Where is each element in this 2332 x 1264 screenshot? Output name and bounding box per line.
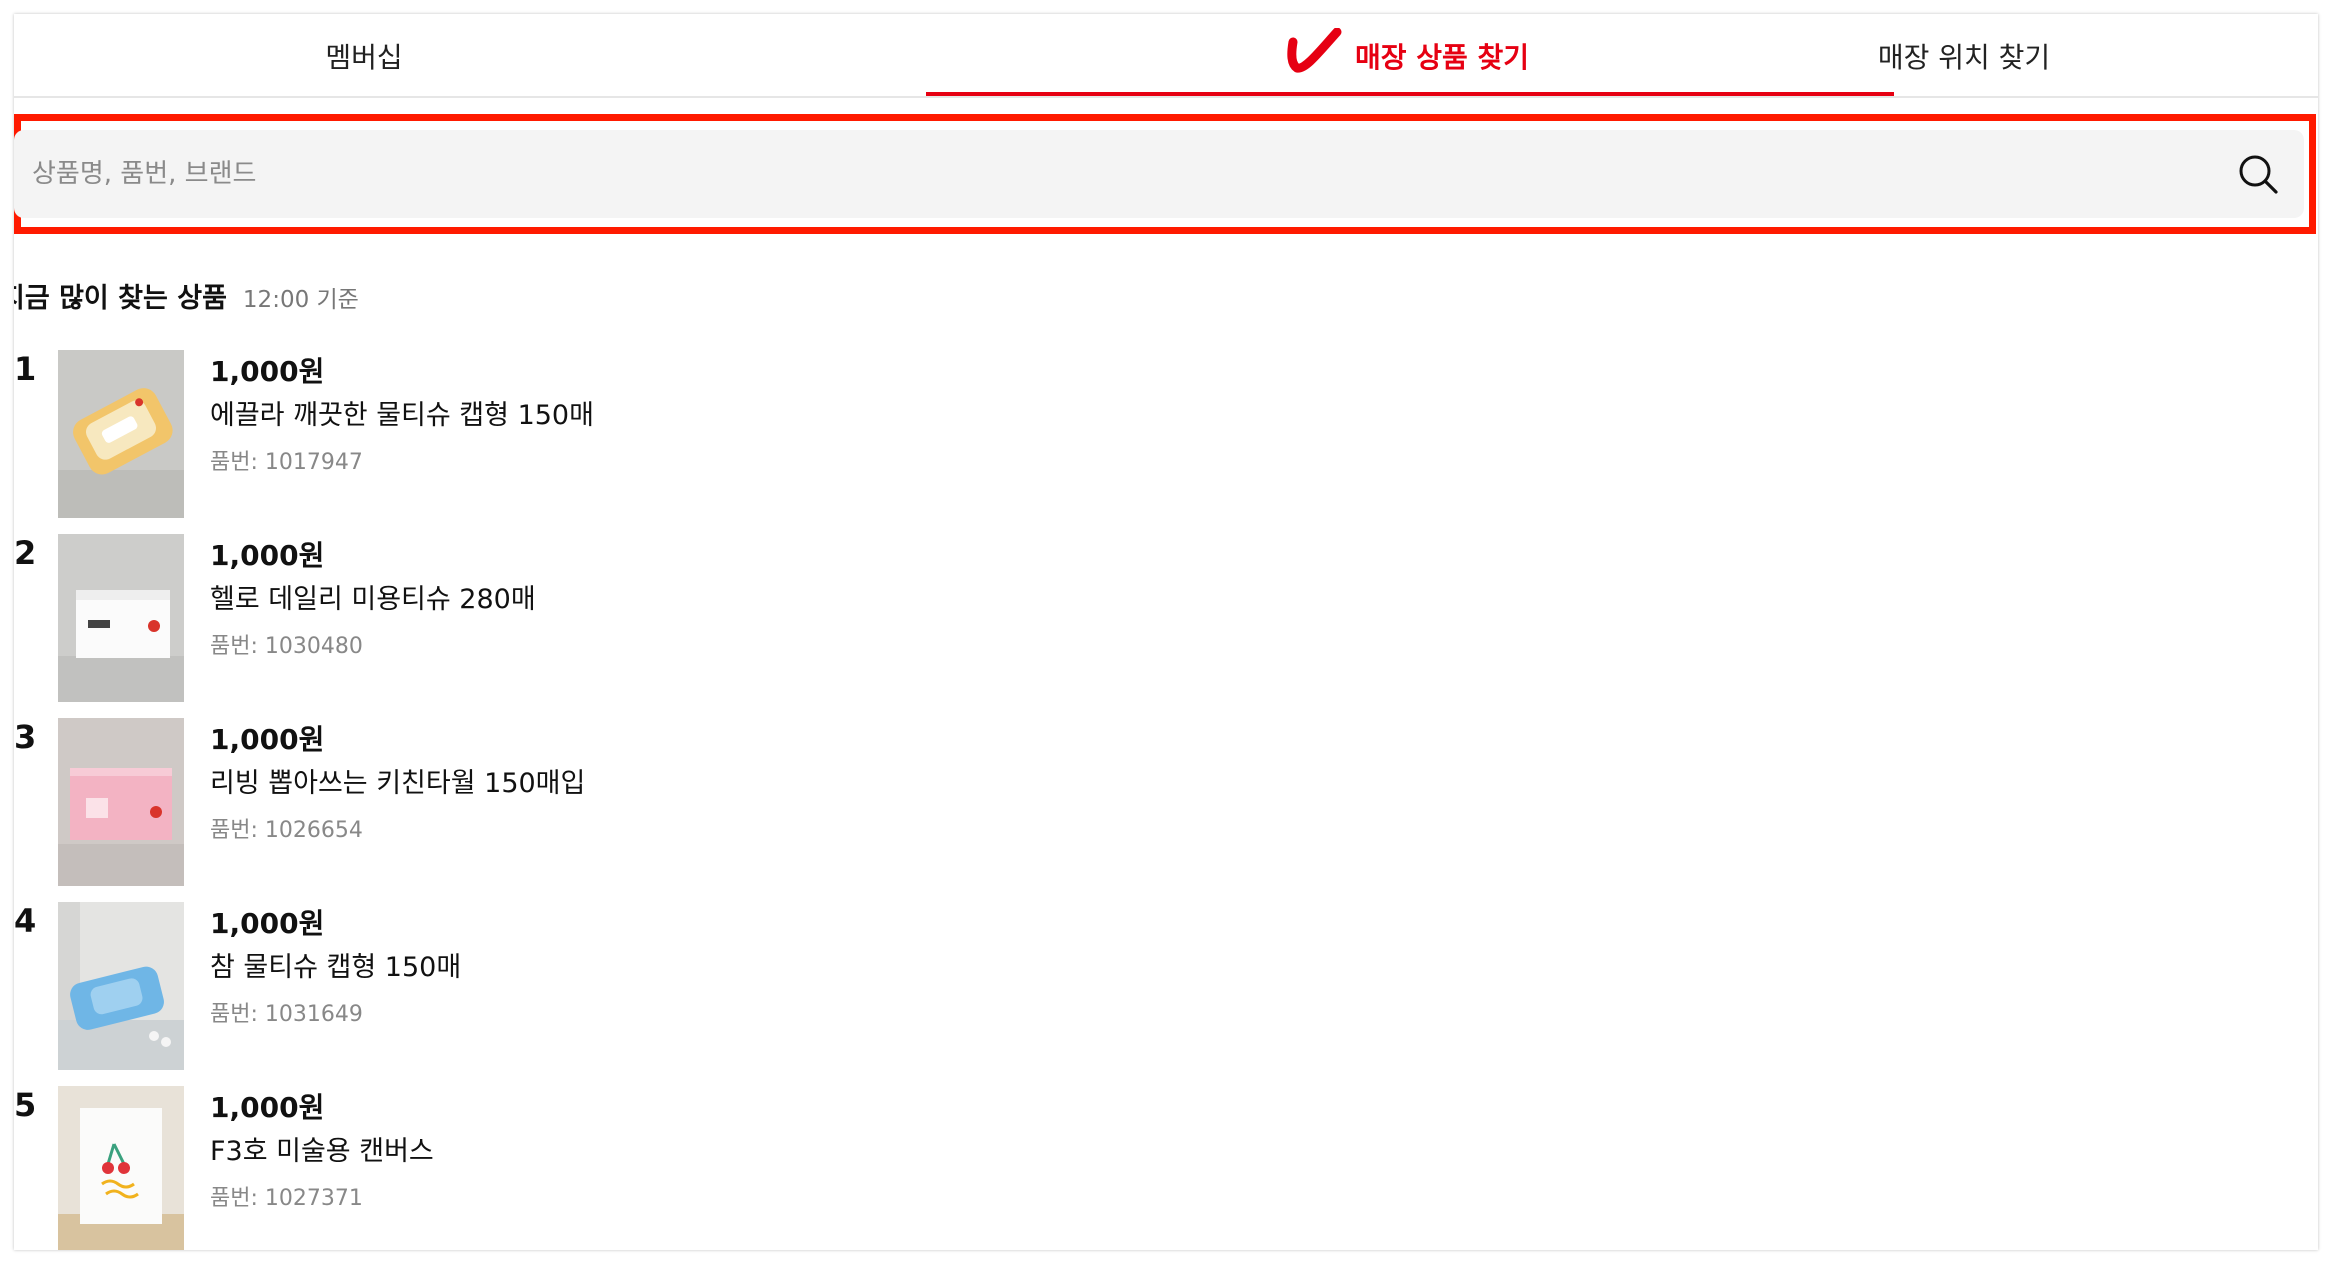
product-thumbnail bbox=[58, 902, 184, 1070]
search-button[interactable] bbox=[2228, 144, 2288, 204]
rank-number: 1 bbox=[14, 350, 37, 388]
list-item[interactable]: 5 1,000원 F3호 미술용 캔버스 품번: 1027371 bbox=[14, 1086, 2294, 1250]
section-title: 지금 많이 찾는 상품 bbox=[14, 283, 227, 314]
product-name: F3호 미술용 캔버스 bbox=[210, 1136, 434, 1167]
rank-number: 2 bbox=[14, 534, 37, 572]
tab-store-location-search[interactable]: 매장 위치 찾기 bbox=[1644, 14, 2284, 98]
product-price: 1,000원 bbox=[210, 907, 325, 940]
product-price: 1,000원 bbox=[210, 1091, 325, 1124]
product-code: 품번: 1030480 bbox=[210, 634, 363, 659]
tab-bar: 멤버십 매장 상품 찾기 매장 위치 찾기 bbox=[14, 14, 2318, 98]
list-item[interactable]: 1 1,000원 에끌라 깨끗한 물티슈 캡형 150매 품번: 1017947 bbox=[14, 350, 2294, 520]
search-icon bbox=[2239, 155, 2278, 194]
product-thumbnail bbox=[58, 534, 184, 702]
search-input[interactable] bbox=[14, 130, 2228, 218]
product-price: 1,000원 bbox=[210, 539, 325, 572]
product-price: 1,000원 bbox=[210, 723, 325, 756]
product-name: 리빙 뽑아쓰는 키친타월 150매입 bbox=[210, 768, 586, 799]
product-name: 에끌라 깨끗한 물티슈 캡형 150매 bbox=[210, 400, 594, 431]
product-code: 품번: 1017947 bbox=[210, 450, 363, 475]
list-item[interactable]: 4 1,000원 참 물티슈 캡형 150매 품번: 1031649 bbox=[14, 902, 2294, 1072]
search-bar bbox=[14, 130, 2304, 218]
list-item[interactable]: 2 1,000원 헬로 데일리 미용티슈 280매 품번: 1030480 bbox=[14, 534, 2294, 704]
tab-label: 매장 상품 찾기 bbox=[1354, 41, 1530, 74]
product-code: 품번: 1026654 bbox=[210, 818, 363, 843]
list-item[interactable]: 3 1,000원 리빙 뽑아쓰는 키친타월 150매입 품번: 1026654 bbox=[14, 718, 2294, 888]
check-mark-icon bbox=[1287, 28, 1342, 73]
rank-number: 4 bbox=[14, 902, 37, 940]
product-code: 품번: 1031649 bbox=[210, 1002, 363, 1027]
rank-number: 3 bbox=[14, 718, 37, 756]
product-name: 참 물티슈 캡형 150매 bbox=[210, 952, 462, 983]
product-code: 품번: 1027371 bbox=[210, 1186, 363, 1211]
rank-number: 5 bbox=[14, 1086, 37, 1124]
tab-label: 멤버십 bbox=[325, 41, 403, 74]
active-tab-indicator bbox=[926, 92, 1894, 96]
app-frame: 멤버십 매장 상품 찾기 매장 위치 찾기 지금 많이 찾는 상품 12:00 … bbox=[14, 14, 2318, 1250]
tab-membership[interactable]: 멤버십 bbox=[44, 14, 684, 98]
product-thumbnail bbox=[58, 1086, 184, 1250]
product-name: 헬로 데일리 미용티슈 280매 bbox=[210, 584, 536, 615]
product-price: 1,000원 bbox=[210, 355, 325, 388]
tab-label: 매장 위치 찾기 bbox=[1877, 41, 2051, 74]
product-thumbnail bbox=[58, 350, 184, 518]
section-timestamp: 12:00 기준 bbox=[242, 287, 359, 313]
popular-products-header: 지금 많이 찾는 상품 12:00 기준 bbox=[14, 276, 359, 316]
product-thumbnail bbox=[58, 718, 184, 886]
